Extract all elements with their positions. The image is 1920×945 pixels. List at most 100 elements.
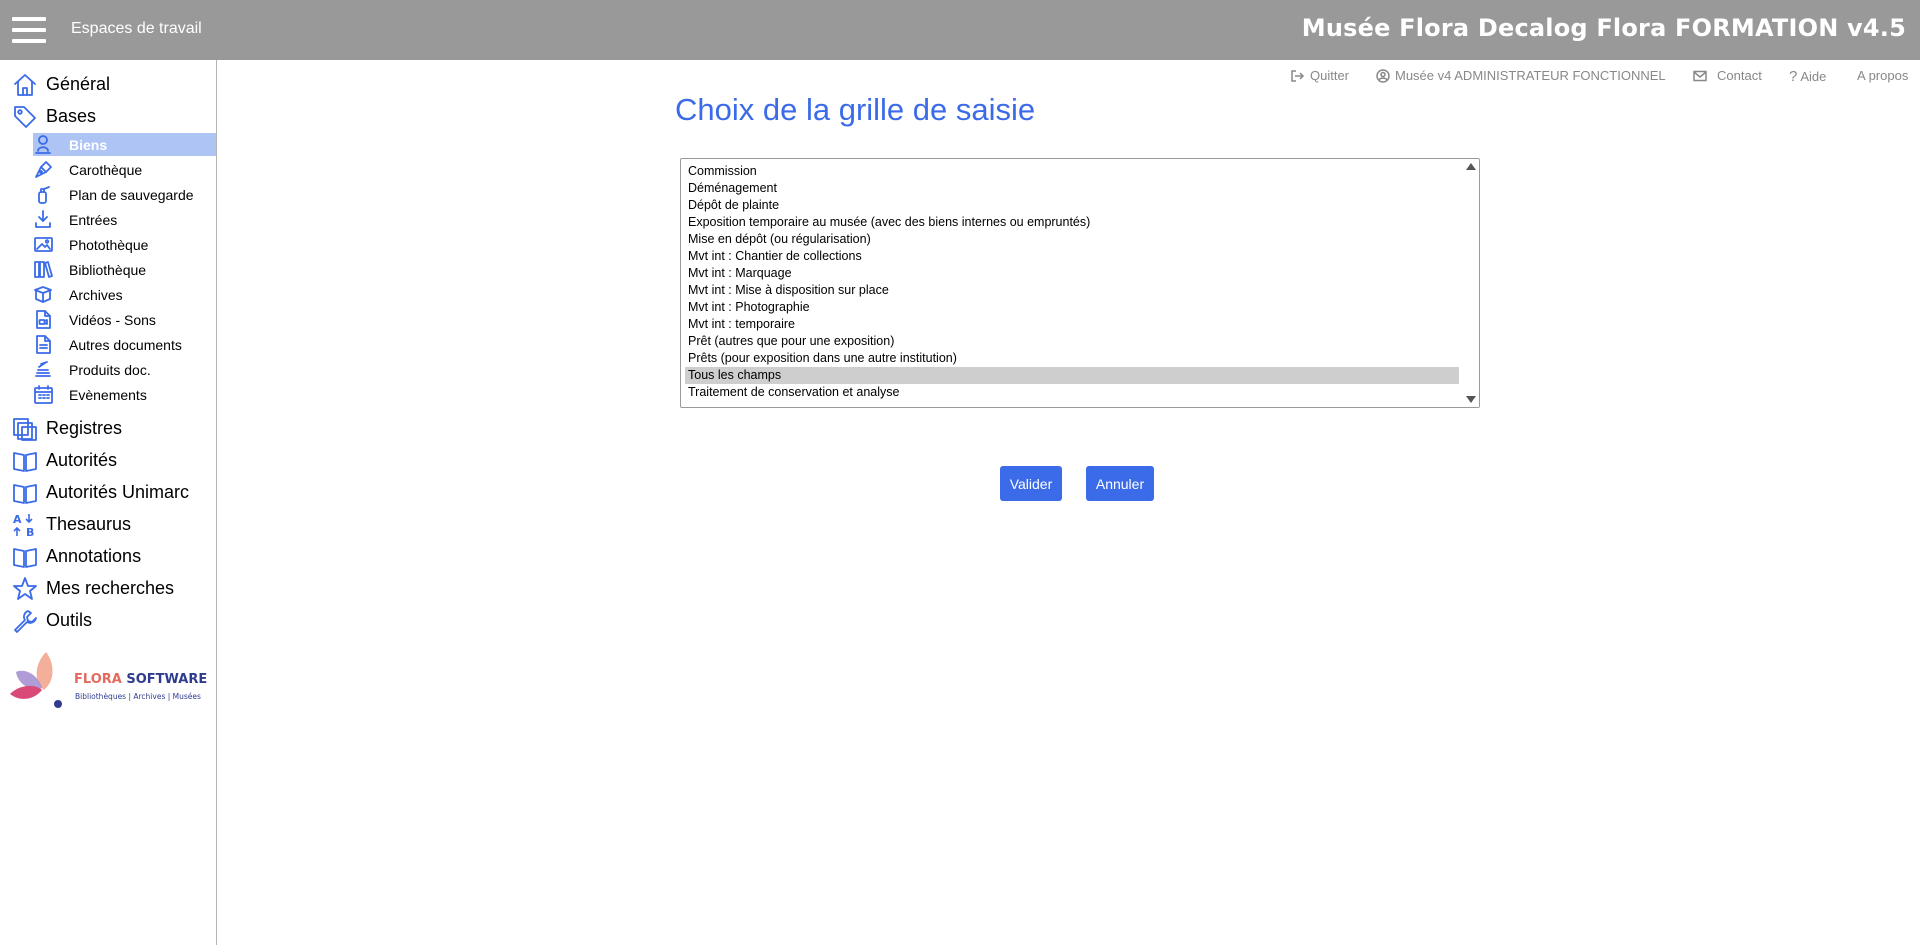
app-title: Musée Flora Decalog Flora FORMATION v4.5 [1301,14,1906,42]
sidebar-item-label: Mes recherches [46,578,175,598]
sidebar-item-label: Produits doc. [69,362,151,378]
sidebar-item-outils[interactable]: Outils [0,604,217,636]
sidebar-item-label: Autorités [46,450,118,470]
contact-label: Contact [1717,68,1762,83]
workspaces-link[interactable]: Espaces de travail [71,20,202,38]
grid-option[interactable]: Exposition temporaire au musée (avec des… [685,214,1459,231]
sidebar-item-label: Entrées [69,212,118,228]
about-label: A propos [1857,68,1909,83]
sidebar-item-label: Thesaurus [46,514,132,534]
sidebar-item-label: Outils [46,610,93,630]
grid-option[interactable]: Mvt int : Mise à disposition sur place [685,282,1459,299]
sidebar-item-label: Annotations [46,546,142,566]
sidebar-item-evenements[interactable]: Evènements [33,383,216,406]
sort-alpha-icon: A B [13,513,34,538]
grid-option[interactable]: Prêts (pour exposition dans une autre in… [685,350,1459,367]
quit-label: Quitter [1310,68,1350,83]
grid-option[interactable]: Mvt int : Chantier de collections [685,248,1459,265]
flora-flower-icon [10,652,62,708]
sidebar-item-label: Bases [46,106,97,126]
sidebar-item-plan-de-sauvegarde[interactable]: Plan de sauvegarde [33,183,216,206]
box-icon [34,286,52,303]
help-link[interactable]: ? Aide [1789,68,1826,85]
brand-tagline: Bibliothèques | Archives | Musées [75,692,201,701]
sidebar-item-label: Autres documents [69,337,182,353]
bust-icon [35,135,51,154]
sidebar-item-bases[interactable]: Bases [0,100,217,132]
sidebar-item-label: Vidéos - Sons [69,312,156,328]
sidebar-item-bibliotheque[interactable]: Bibliothèque [33,258,216,281]
grid-option[interactable]: Commission [685,163,1459,180]
sidebar-item-autorites[interactable]: Autorités [0,444,217,476]
grid-option[interactable]: Prêt (autres que pour une exposition) [685,333,1459,350]
hamburger-icon[interactable] [12,17,46,43]
sidebar-item-label: Evènements [69,387,147,403]
quit-link[interactable]: Quitter [1290,68,1349,83]
open-book-icon [13,452,37,472]
question-icon: ? [1789,68,1798,85]
help-label: Aide [1800,69,1827,84]
sidebar-item-label: Registres [46,418,123,438]
grid-option[interactable]: Tous les champs [685,367,1459,384]
sidebar-item-annotations[interactable]: Annotations [0,540,217,572]
books-icon [34,261,53,278]
sidebar-item-autorites-unimarc[interactable]: Autorités Unimarc [0,476,217,508]
envelope-icon [1693,70,1707,81]
grid-option[interactable]: Mvt int : temporaire [685,316,1459,333]
scroll-down-arrow-icon[interactable] [1466,396,1476,403]
brand-name: FLORA SOFTWARE [74,672,208,687]
registers-icon [13,418,37,441]
sidebar-item-label: Général [46,74,111,94]
sidebar-item-mes-recherches[interactable]: Mes recherches [0,572,217,604]
sidebar-item-registres[interactable]: Registres [0,412,217,444]
grid-option[interactable]: Mvt int : Photographie [685,299,1459,316]
grid-option[interactable]: Déménagement [685,180,1459,197]
star-icon [13,577,37,600]
sidebar-item-phototheque[interactable]: Photothèque [33,233,216,256]
open-book-icon [13,484,37,504]
wrench-icon [14,610,37,633]
sidebar-item-produits-doc[interactable]: Produits doc. [33,358,216,381]
svg-text:A: A [13,513,22,526]
pen-nib-icon [35,161,52,178]
sidebar-item-autres-documents[interactable]: Autres documents [33,333,216,356]
user-circle-icon [1376,68,1390,83]
about-link[interactable]: A propos [1857,68,1908,83]
video-file-icon [36,310,51,329]
validate-button[interactable]: Valider [1000,466,1062,501]
sidebar-item-entrees[interactable]: Entrées [33,208,216,231]
sidebar-item-label: Carothèque [69,162,143,178]
listbox-scrollbar[interactable] [1462,159,1479,407]
grid-option[interactable]: Traitement de conservation et analyse [685,384,1459,401]
document-icon [36,335,51,354]
flora-software-logo: FLORA SOFTWARE Bibliothèques | Archives … [10,650,210,720]
scroll-up-arrow-icon[interactable] [1466,163,1476,170]
contact-link[interactable]: Contact [1693,68,1762,83]
download-icon [35,210,51,228]
svg-text:B: B [26,526,34,538]
grid-options-list[interactable]: Commission Déménagement Dépôt de plainte Ex… [685,163,1459,401]
user-link[interactable]: Musée v4 ADMINISTRATEUR FONCTIONNEL [1376,68,1666,83]
grid-option[interactable]: Dépôt de plainte [685,197,1459,214]
grid-option[interactable]: Mvt int : Marquage [685,265,1459,282]
sidebar-item-label: Plan de sauvegarde [69,187,194,203]
grid-select-listbox[interactable]: Commission Déménagement Dépôt de plainte Ex… [680,158,1480,408]
sidebar-item-general[interactable]: Général [0,68,217,100]
user-label: Musée v4 ADMINISTRATEUR FONCTIONNEL [1395,68,1666,83]
tag-icon [14,106,36,128]
sidebar: Général Bases Biens Carothèque Plan de s… [0,60,217,945]
page-title: Choix de la grille de saisie [675,92,1036,127]
stack-icon [35,361,51,377]
grid-option[interactable]: Mise en dépôt (ou régularisation) [685,231,1459,248]
sidebar-item-carotheque[interactable]: Carothèque [33,158,216,181]
sidebar-item-biens[interactable]: Biens [33,133,216,156]
sidebar-item-videos-sons[interactable]: Vidéos - Sons [33,308,216,331]
sidebar-item-label: Biens [69,137,108,153]
cancel-button[interactable]: Annuler [1086,466,1154,501]
fire-extinguisher-icon [38,186,50,204]
sidebar-item-thesaurus[interactable]: A B Thesaurus [0,508,217,540]
calendar-icon [34,385,53,404]
sidebar-item-label: Bibliothèque [69,262,147,278]
sidebar-item-archives[interactable]: Archives [33,283,216,306]
image-icon [34,237,53,252]
